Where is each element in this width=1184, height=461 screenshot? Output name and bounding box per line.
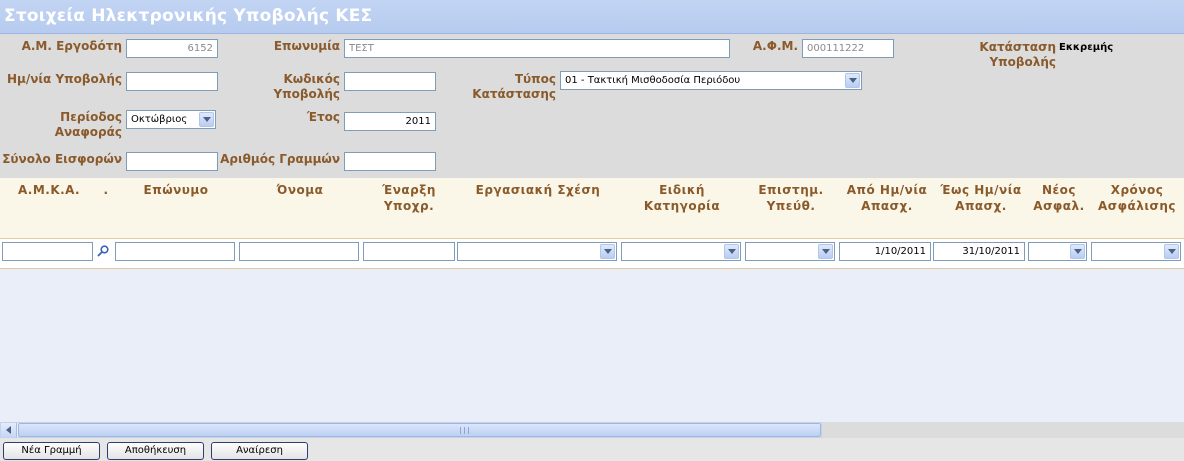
eponymia-field[interactable]: ΤΕΣΤ xyxy=(344,39,730,58)
page-title: Στοιχεία Ηλεκτρονικής Υποβολής ΚΕΣ xyxy=(4,6,373,26)
eidiki-katigoria-select[interactable] xyxy=(621,242,741,261)
synolo-eisforon-field[interactable] xyxy=(126,152,218,171)
etos-field[interactable]: 2011 xyxy=(344,112,436,131)
col-header-line1: Νέος xyxy=(1041,183,1077,197)
scrollbar-thumb[interactable] xyxy=(18,423,821,437)
col-header-line1: Α.Μ.Κ.Α. xyxy=(17,183,81,197)
col-header-line2: Υποχρ. xyxy=(383,199,435,213)
periodos-anaforas-label: Περίοδος Αναφοράς xyxy=(0,110,122,140)
arithmos-grammon-field[interactable] xyxy=(344,152,436,171)
arithmos-grammon-label: Αριθμός Γραμμών xyxy=(220,152,340,166)
grid-header: Α.Μ.Κ.Α. . Επώνυμο Όνομα Έναρξη Υποχρ. Ε… xyxy=(0,178,1184,238)
kodikos-ypovolis-label: Κωδικός Υποβολής xyxy=(244,72,340,102)
eponymo-input[interactable] xyxy=(115,242,235,261)
kodikos-ypovolis-field[interactable] xyxy=(344,72,436,91)
table-row: 1/10/2011 31/10/2011 xyxy=(0,238,1184,269)
periodos-anaforas-value: Οκτώβριος xyxy=(131,114,188,125)
col-header-apo-hmnia: Από Ημ/νία Απασχ. xyxy=(840,182,934,214)
typos-katastasis-label: Τύπος Κατάστασης xyxy=(460,72,556,102)
col-header-line1: Όνομα xyxy=(276,183,324,197)
periodos-label-line2: Αναφοράς xyxy=(54,125,122,139)
col-header-line2: Κατηγορία xyxy=(643,199,721,213)
col-header-line2: Ασφαλ. xyxy=(1033,199,1085,213)
hmnia-ypovolis-field[interactable] xyxy=(126,72,218,91)
search-icon[interactable] xyxy=(96,244,110,258)
horizontal-scrollbar[interactable] xyxy=(0,422,822,438)
col-header-line1: Έναρξη xyxy=(382,183,436,197)
kodikos-label-line2: Υποβολής xyxy=(273,87,340,101)
col-header-line2: Απασχ. xyxy=(955,199,1007,213)
synolo-eisforon-label: Σύνολο Εισφορών xyxy=(2,152,122,166)
chevron-down-icon[interactable] xyxy=(1164,244,1179,259)
col-header-line1: Επιστημ. xyxy=(758,183,824,197)
etos-label: Έτος xyxy=(306,110,340,124)
neos-asfal-select[interactable] xyxy=(1028,242,1087,261)
eos-hmnia-input[interactable]: 31/10/2011 xyxy=(933,242,1025,261)
col-header-onoma: Όνομα xyxy=(240,182,360,198)
chevron-down-icon[interactable] xyxy=(724,244,739,259)
col-header-line1: Έως Ημ/νία xyxy=(940,183,1022,197)
undo-button[interactable]: Αναίρεση xyxy=(211,442,308,460)
afm-field[interactable]: 000111222 xyxy=(802,39,894,58)
onoma-input[interactable] xyxy=(239,242,359,261)
kodikos-label-line1: Κωδικός xyxy=(283,72,340,86)
col-header-line2: Απασχ. xyxy=(861,199,913,213)
col-header-line1: Χρόνος xyxy=(1110,183,1164,197)
scroll-left-icon[interactable] xyxy=(1,423,17,437)
apo-hmnia-input[interactable]: 1/10/2011 xyxy=(839,242,931,261)
col-header-dot: . xyxy=(98,182,114,198)
epistim-select[interactable] xyxy=(745,242,835,261)
enarxi-input[interactable] xyxy=(363,242,455,261)
chevron-down-icon[interactable] xyxy=(1070,244,1085,259)
grip-icon xyxy=(460,427,469,434)
col-header-line1: Από Ημ/νία xyxy=(846,183,928,197)
col-header-amka: Α.Μ.Κ.Α. xyxy=(4,182,94,198)
col-header-eponymo: Επώνυμο xyxy=(116,182,236,198)
col-header-eos-hmnia: Έως Ημ/νία Απασχ. xyxy=(934,182,1028,214)
col-header-line2: Ασφάλισης xyxy=(1097,199,1177,213)
col-header-neos-asfal: Νέος Ασφαλ. xyxy=(1030,182,1088,214)
new-row-button[interactable]: Νέα Γραμμή xyxy=(3,442,100,460)
typos-label-line2: Κατάστασης xyxy=(472,87,556,101)
typos-katastasis-value: 01 - Τακτική Μισθοδοσία Περιόδου xyxy=(565,75,741,86)
hmnia-ypovolis-label: Ημ/νία Υποβολής xyxy=(6,72,122,86)
am-ergodoti-field[interactable]: 6152 xyxy=(126,39,218,58)
col-header-line1: Ειδική xyxy=(659,183,705,197)
chevron-down-icon[interactable] xyxy=(845,73,860,88)
katastasi-ypovolis-value: Εκκρεμής xyxy=(1059,42,1114,53)
typos-katastasis-select[interactable]: 01 - Τακτική Μισθοδοσία Περιόδου xyxy=(560,71,862,90)
am-ergodoti-label: Α.Μ. Εργοδότη xyxy=(21,39,122,53)
submission-form: Α.Μ. Εργοδότη 6152 Επωνυμία ΤΕΣΤ Α.Φ.Μ. … xyxy=(0,34,1184,178)
chevron-down-icon[interactable] xyxy=(199,112,214,127)
save-button[interactable]: Αποθήκευση xyxy=(107,442,204,460)
col-header-xronos-asfalisis: Χρόνος Ασφάλισης xyxy=(1090,182,1184,214)
xronos-asfalisis-select[interactable] xyxy=(1091,242,1181,261)
periodos-anaforas-select[interactable]: Οκτώβριος xyxy=(126,110,216,129)
ergasiaki-sxesi-select[interactable] xyxy=(457,242,617,261)
col-header-epistim: Επιστημ. Υπεύθ. xyxy=(746,182,836,214)
eponymia-label: Επωνυμία xyxy=(273,39,340,53)
col-header-line1: Επώνυμο xyxy=(143,183,209,197)
col-header-ergasiaki-sxesi: Εργασιακή Σχέση xyxy=(458,182,618,198)
col-header-line1: . xyxy=(103,183,109,197)
title-bar: Στοιχεία Ηλεκτρονικής Υποβολής ΚΕΣ xyxy=(0,0,1184,34)
afm-label: Α.Φ.Μ. xyxy=(752,39,798,53)
col-header-line2: Υπεύθ. xyxy=(766,199,816,213)
katastasi-ypovolis-label: Κατάσταση Υποβολής xyxy=(979,40,1056,69)
grid-body xyxy=(0,269,1184,422)
col-header-enarxi: Έναρξη Υποχρ. xyxy=(364,182,454,214)
amka-input[interactable] xyxy=(2,242,93,261)
col-header-line1: Εργασιακή Σχέση xyxy=(475,183,601,197)
periodos-label-line1: Περίοδος xyxy=(60,110,122,124)
typos-label-line1: Τύπος xyxy=(514,72,556,86)
chevron-down-icon[interactable] xyxy=(600,244,615,259)
button-bar: Νέα Γραμμή Αποθήκευση Αναίρεση xyxy=(0,438,1184,461)
chevron-down-icon[interactable] xyxy=(818,244,833,259)
col-header-eidiki-katigoria: Ειδική Κατηγορία xyxy=(622,182,742,214)
